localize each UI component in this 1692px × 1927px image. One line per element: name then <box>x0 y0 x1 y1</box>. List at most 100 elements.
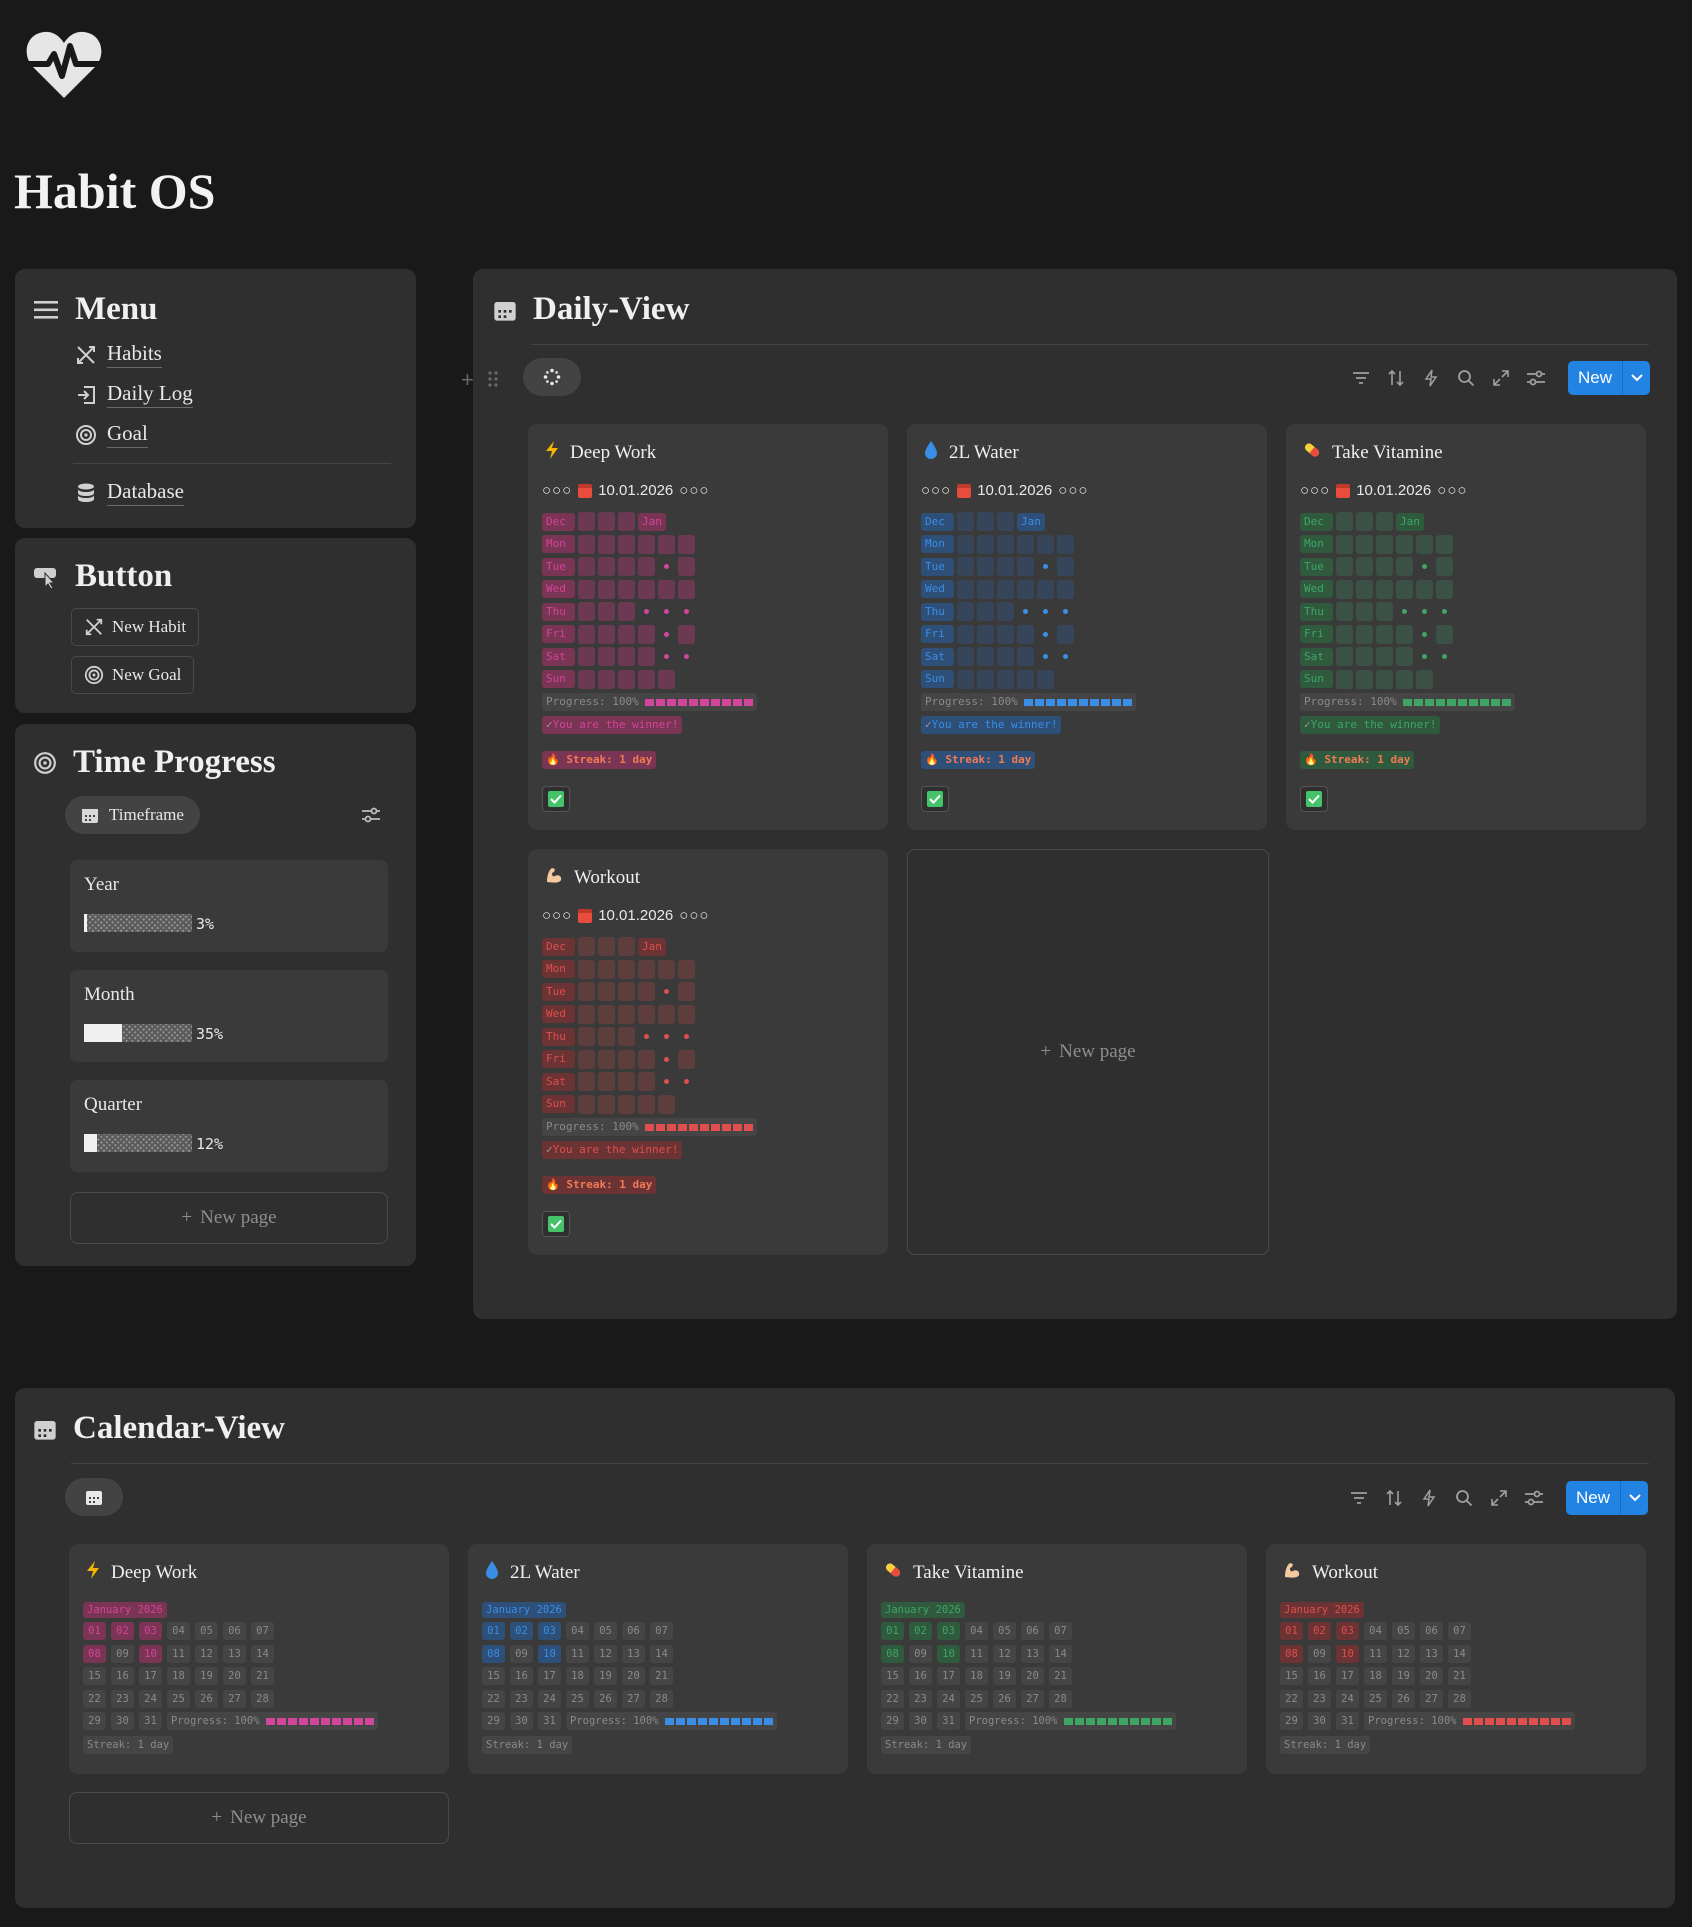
time-progress-new-page-button[interactable]: + New page <box>70 1192 388 1244</box>
tracker-cell <box>598 557 615 576</box>
tracker-cell <box>1396 669 1413 689</box>
daily-view-tab[interactable] <box>523 358 581 396</box>
month-label: January 2026 <box>1280 1602 1364 1618</box>
progress-segment <box>677 698 687 706</box>
day-cell: 13 <box>223 1644 246 1663</box>
day-cell: 04 <box>1364 1622 1387 1640</box>
done-checkbox[interactable] <box>542 786 570 812</box>
tracker-cell <box>658 982 675 1001</box>
winner-line: ✓You are the winner! <box>921 715 1136 734</box>
done-checkbox[interactable] <box>921 786 949 812</box>
day-cell: 11 <box>167 1644 190 1663</box>
filter-icon[interactable] <box>1350 368 1371 389</box>
tracker-cell <box>1396 624 1413 644</box>
chevron-down-icon[interactable] <box>1620 1481 1648 1515</box>
new-goal-button[interactable]: New Goal <box>71 656 195 694</box>
log-in-icon <box>75 384 97 406</box>
progress-segment <box>686 1717 696 1725</box>
automation-lightning-icon[interactable] <box>1420 368 1441 389</box>
tracker-cell <box>638 982 655 1001</box>
search-icon[interactable] <box>1453 1488 1474 1509</box>
calendar-view-tab[interactable] <box>65 1478 123 1516</box>
progress-segment <box>1085 1717 1095 1725</box>
day-cell: 20 <box>1420 1667 1443 1685</box>
tracker-cell <box>997 669 1014 689</box>
tracker-row: Thu <box>542 1027 757 1046</box>
week-row: 01 02 03 04 05 06 07 <box>482 1622 777 1640</box>
settings-sliders-icon[interactable] <box>361 806 381 824</box>
tracker-cell <box>618 937 635 956</box>
menu-item-database[interactable]: Database <box>75 479 184 506</box>
done-checkbox[interactable] <box>542 1211 570 1237</box>
month-label: January 2026 <box>881 1602 965 1618</box>
calendar-habit-card[interactable]: Workout January 2026 01 02 03 04 05 06 07 08 09 10 1… <box>1266 1544 1646 1774</box>
page-title: Habit OS <box>14 163 216 219</box>
expand-icon[interactable] <box>1490 368 1511 389</box>
streak-line: 🔥 Streak: 1 day <box>921 750 1136 769</box>
calendar-view-new-page-button[interactable]: + New page <box>69 1792 449 1844</box>
day-cell: 21 <box>251 1667 274 1685</box>
day-cell: 06 <box>223 1622 246 1640</box>
daily-view-new-page-button[interactable]: + New page <box>907 849 1269 1255</box>
filter-icon[interactable] <box>1348 1488 1369 1509</box>
habit-card[interactable]: Take Vitamine ○○○ 10.01.2026 ○○○ Dec Jan Mon Tu… <box>1286 424 1646 830</box>
tracker-row-label: Tue <box>1300 557 1333 576</box>
calendar-habit-card[interactable]: Take Vitamine January 2026 01 02 03 04 05 06 07 0… <box>867 1544 1247 1774</box>
sort-icon[interactable] <box>1385 368 1406 389</box>
tracker-cell <box>1396 647 1413 666</box>
search-icon[interactable] <box>1455 368 1476 389</box>
settings-sliders-icon[interactable] <box>1523 1488 1544 1509</box>
calendar-habit-card[interactable]: 2L Water January 2026 01 02 03 04 05 06 07 08 09 10… <box>468 1544 848 1774</box>
new-habit-button[interactable]: New Habit <box>71 608 200 646</box>
tracker-row: Sun <box>1300 669 1515 689</box>
menu-item-daily-log[interactable]: Daily Log <box>75 381 193 408</box>
year-progress-card[interactable]: Year 3% <box>70 860 388 952</box>
streak-line: 🔥 Streak: 1 day <box>542 750 757 769</box>
progress-bar <box>644 698 753 706</box>
week-row: 01 02 03 04 05 06 07 <box>83 1622 378 1640</box>
calendar-habit-card[interactable]: Deep Work January 2026 01 02 03 04 05 06 07 08 09 1… <box>69 1544 449 1774</box>
check-mark-icon: ✓ <box>1304 718 1311 731</box>
drag-handle-icon[interactable] <box>487 369 499 389</box>
menu-item-goal[interactable]: Goal <box>75 421 148 448</box>
day-cell: 13 <box>622 1644 645 1663</box>
sort-icon[interactable] <box>1383 1488 1404 1509</box>
expand-icon[interactable] <box>1488 1488 1509 1509</box>
quarter-progress-card[interactable]: Quarter 12% <box>70 1080 388 1172</box>
tracker-cell <box>678 959 695 979</box>
tracker-cell <box>658 1050 675 1069</box>
tracker-row: Sat <box>921 647 1136 666</box>
tracker-cell <box>638 1072 655 1091</box>
week-row: 15 16 17 18 19 20 21 <box>881 1667 1176 1685</box>
settings-sliders-icon[interactable] <box>1525 368 1546 389</box>
day-cell: 09 <box>909 1644 932 1663</box>
day-cell: 11 <box>965 1644 988 1663</box>
tracker-cell <box>1356 647 1373 666</box>
automation-lightning-icon[interactable] <box>1418 1488 1439 1509</box>
progress-text: Progress: 100% <box>1364 1712 1575 1730</box>
done-dot <box>684 654 689 659</box>
tracker-cell <box>678 534 695 554</box>
menu-item-habits[interactable]: Habits <box>75 341 162 368</box>
tracker-cell <box>618 624 635 644</box>
add-block-icon[interactable]: + <box>461 367 474 393</box>
timeframe-view-tab[interactable]: Timeframe <box>65 796 200 834</box>
habit-card[interactable]: Deep Work ○○○ 10.01.2026 ○○○ Dec Jan Mon Tue Wed… <box>528 424 888 830</box>
habit-card[interactable]: 2L Water ○○○ 10.01.2026 ○○○ Dec Jan Mon Tue Wed T… <box>907 424 1267 830</box>
chevron-down-icon[interactable] <box>1622 361 1650 395</box>
day-cell: 03 <box>538 1622 561 1640</box>
check-mark-icon: ✓ <box>546 1143 553 1156</box>
progress-segment <box>1034 698 1044 706</box>
day-cell: 08 <box>881 1644 904 1663</box>
tracker-row: Wed <box>542 1004 757 1024</box>
month-progress-card[interactable]: Month 35% <box>70 970 388 1062</box>
done-checkbox[interactable] <box>1300 786 1328 812</box>
daily-view-new-button[interactable]: New <box>1568 361 1651 395</box>
check-icon <box>548 1216 564 1232</box>
habit-card[interactable]: Workout ○○○ 10.01.2026 ○○○ Dec Jan Mon Tue Wed Th… <box>528 849 888 1255</box>
day-cell: 18 <box>1364 1667 1387 1685</box>
tracker-cell <box>618 982 635 1001</box>
done-dot <box>1422 564 1427 569</box>
day-cell: 12 <box>993 1644 1016 1663</box>
calendar-view-new-button[interactable]: New <box>1566 1481 1649 1515</box>
